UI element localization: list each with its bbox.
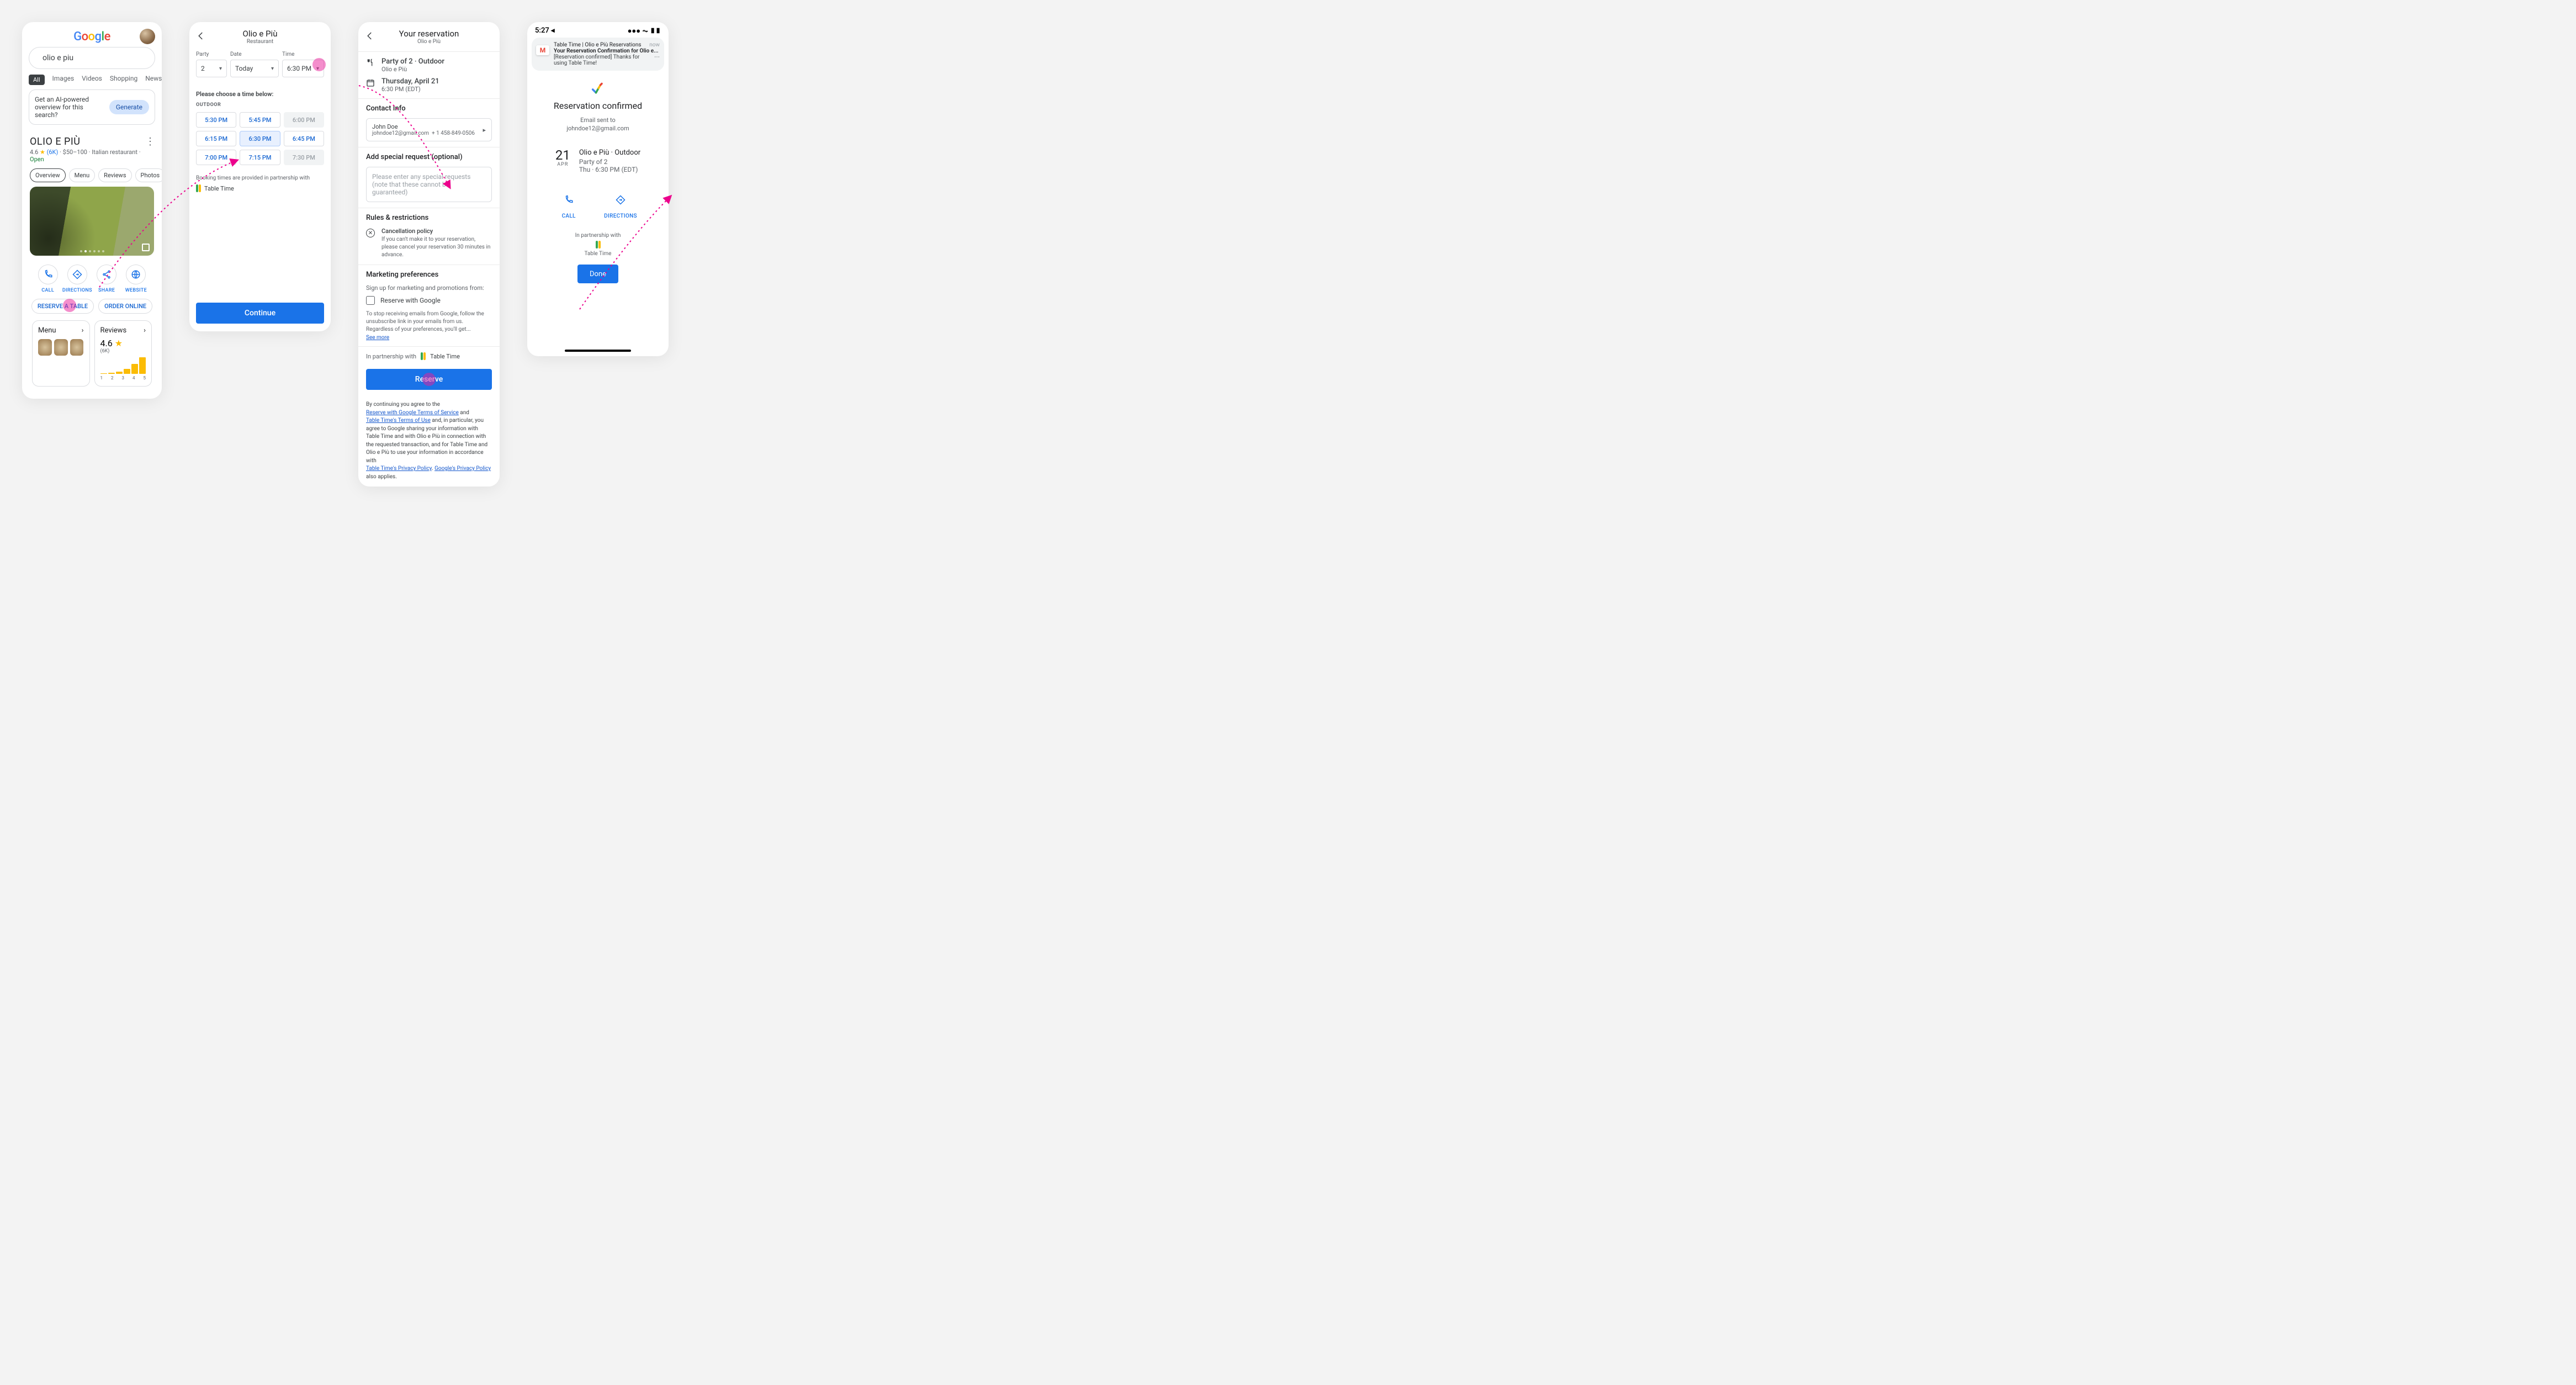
share-action[interactable]: SHARE xyxy=(92,265,121,293)
expand-icon[interactable] xyxy=(142,244,150,251)
google-privacy-link[interactable]: Google's Privacy Policy xyxy=(434,466,491,472)
website-action[interactable]: WEBSITE xyxy=(121,265,151,293)
home-indicator[interactable] xyxy=(565,350,631,352)
checkmark-icon xyxy=(527,82,669,97)
tab-images[interactable]: Images xyxy=(52,75,75,85)
reservation-review-screen: Your reservationOlio e Più Party of 2 · … xyxy=(358,22,500,487)
tt-privacy-link[interactable]: Table Time's Privacy Policy xyxy=(366,466,432,472)
rwg-tos-link[interactable]: Reserve with Google Terms of Service xyxy=(366,410,459,416)
calendar-icon xyxy=(366,78,375,87)
cancellation-icon: ✕ xyxy=(366,229,375,237)
marketing-checkbox[interactable] xyxy=(366,296,375,305)
search-bar[interactable] xyxy=(29,47,155,69)
photo-carousel[interactable] xyxy=(30,187,154,256)
done-button[interactable]: Done xyxy=(577,265,618,283)
google-logo: Google xyxy=(73,30,110,44)
rating-histogram xyxy=(100,357,146,374)
party-select[interactable]: 2▾ xyxy=(196,60,227,77)
gmail-icon: M xyxy=(536,45,549,55)
ai-overview-text: Get an AI-powered overview for this sear… xyxy=(35,96,105,119)
tt-tos-link[interactable]: Table Time's Terms of Use xyxy=(366,417,431,424)
date-select[interactable]: Today▾ xyxy=(230,60,279,77)
confirmation-text: Reservation confirmed xyxy=(535,101,661,111)
generate-button[interactable]: Generate xyxy=(109,100,149,114)
time-slot[interactable]: 6:15 PM xyxy=(196,131,236,146)
contact-info-button[interactable]: John Doejohndoe12@gmail.com + 1 458-849-… xyxy=(366,118,492,141)
time-picker-screen: Olio e PiùRestaurant Party2▾ DateToday▾ … xyxy=(189,22,331,331)
chevron-right-icon: › xyxy=(144,326,146,335)
chevron-down-icon: ▾ xyxy=(271,66,274,72)
email-notification[interactable]: M Table Time | Olio e Più Reservationsno… xyxy=(532,38,664,71)
search-tabs: All Images Videos Shopping News Maps xyxy=(22,69,162,89)
time-slot[interactable]: 6:45 PM xyxy=(284,131,324,146)
back-button[interactable] xyxy=(196,31,207,43)
tab-shopping[interactable]: Shopping xyxy=(110,75,137,85)
call-action[interactable]: CALL xyxy=(33,265,62,293)
phone-icon xyxy=(564,195,574,205)
business-meta: 4.6 ★ (6K) · $50–100 · Italian restauran… xyxy=(30,149,154,163)
time-select[interactable]: 6:30 PM▾ xyxy=(282,60,324,77)
tab-menu[interactable]: Menu xyxy=(69,168,96,182)
cutlery-icon xyxy=(366,59,375,67)
chevron-down-icon: ▾ xyxy=(219,66,222,72)
share-icon xyxy=(102,269,112,279)
reserve-table-button[interactable]: RESERVE A TABLE xyxy=(31,299,94,314)
chevron-right-icon: › xyxy=(82,326,84,335)
see-more-link[interactable]: See more xyxy=(366,335,389,341)
table-time-icon xyxy=(596,241,601,249)
choose-time-label: Please choose a time below: xyxy=(196,91,324,98)
avatar[interactable] xyxy=(140,29,155,44)
page-title: Your reservation xyxy=(376,29,482,39)
time-slot[interactable]: 7:00 PM xyxy=(196,150,236,165)
table-time-icon xyxy=(421,352,426,360)
menu-card[interactable]: Menu› xyxy=(32,320,90,387)
time-slot[interactable]: 5:30 PM xyxy=(196,112,236,128)
seating-section-label: OUTDOOR xyxy=(196,102,324,108)
more-menu-icon[interactable]: ⋮ xyxy=(145,136,154,147)
chevron-right-icon: ▸ xyxy=(483,126,486,134)
ai-overview-banner: Get an AI-powered overview for this sear… xyxy=(29,89,155,125)
search-input[interactable] xyxy=(41,53,142,63)
phone-icon xyxy=(43,269,53,279)
back-button[interactable] xyxy=(365,31,376,43)
time-slot: 6:00 PM xyxy=(284,112,324,128)
google-search-screen: Google All Images Videos Shopping News M… xyxy=(22,22,162,399)
tab-photos[interactable]: Photos xyxy=(135,168,162,182)
reviews-card[interactable]: Reviews› 4.6★ (6K) 12345 xyxy=(94,320,152,387)
call-action[interactable]: CALL xyxy=(559,190,579,219)
tab-reviews[interactable]: Reviews xyxy=(98,168,131,182)
chevron-down-icon: ▾ xyxy=(316,66,319,72)
directions-action[interactable]: DIRECTIONS xyxy=(604,190,637,219)
business-name: OLIO E PIÙ xyxy=(30,136,80,147)
status-bar: 5:27 ◂ ●●● ⏦ ▮▮ xyxy=(527,22,669,38)
time-slot[interactable]: 7:15 PM xyxy=(240,150,280,165)
tab-all[interactable]: All xyxy=(29,75,45,85)
directions-action[interactable]: DIRECTIONS xyxy=(62,265,92,293)
time-slot[interactable]: 6:30 PM xyxy=(240,131,280,146)
reserve-button[interactable]: Reserve xyxy=(366,369,492,390)
tab-overview[interactable]: Overview xyxy=(30,168,66,182)
tab-videos[interactable]: Videos xyxy=(82,75,102,85)
legal-text: By continuing you agree to the Reserve w… xyxy=(358,395,500,487)
reservation-summary: 21APR Olio e Più · OutdoorParty of 2Thu … xyxy=(527,149,669,173)
continue-button[interactable]: Continue xyxy=(196,303,324,324)
time-slot-grid: 5:30 PM5:45 PM6:00 PM 6:15 PM 6:30 PM 6:45 … xyxy=(189,112,331,165)
table-time-icon xyxy=(196,184,201,192)
directions-icon xyxy=(72,269,82,279)
special-request-input[interactable]: Please enter any special requests (note … xyxy=(366,167,492,202)
page-title: Olio e Più xyxy=(207,29,313,39)
time-slot: 7:30 PM xyxy=(284,150,324,165)
confirmation-screen: 5:27 ◂ ●●● ⏦ ▮▮ M Table Time | Olio e Pi… xyxy=(527,22,669,356)
tab-news[interactable]: News xyxy=(145,75,162,85)
order-online-button[interactable]: ORDER ONLINE xyxy=(98,299,152,314)
time-slot[interactable]: 5:45 PM xyxy=(240,112,280,128)
directions-icon xyxy=(616,195,626,205)
partner-text: Booking times are provided in partnershi… xyxy=(196,175,324,181)
globe-icon xyxy=(131,269,141,279)
